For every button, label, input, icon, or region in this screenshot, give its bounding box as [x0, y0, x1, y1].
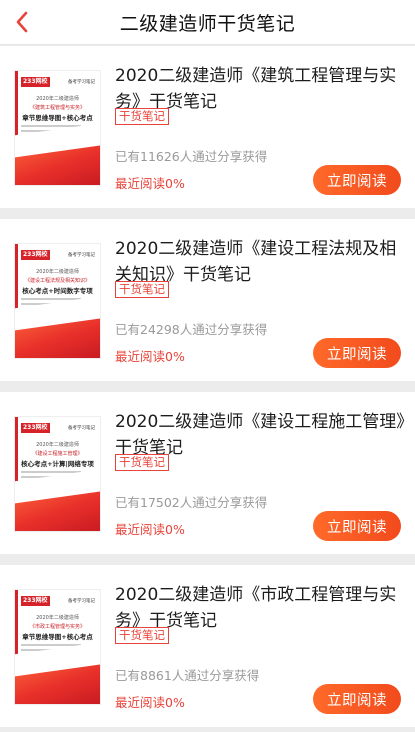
read-now-button[interactable]: 立即阅读 — [313, 338, 401, 368]
category-badge: 干货笔记 — [115, 281, 169, 298]
cover-red-band — [15, 658, 100, 704]
book-card[interactable]: 233网校 备考学习笔记 2020年二级建造师 《建筑工程管理与实务》 章节思维… — [0, 46, 415, 208]
cover-year: 2020年二级建造师 — [36, 96, 79, 102]
category-badge: 干货笔记 — [115, 627, 169, 644]
share-count-text: 已有17502人通过分享获得 — [115, 495, 268, 510]
cover-subtitle: 章节思维导图+核心考点 — [22, 633, 93, 641]
cover-year: 2020年二级建造师 — [36, 269, 79, 275]
app-header: 二级建造师干货笔记 — [0, 0, 415, 45]
share-count-text: 已有8861人通过分享获得 — [115, 668, 260, 683]
read-now-button[interactable]: 立即阅读 — [313, 165, 401, 195]
reading-progress: 最近阅读0% — [115, 522, 185, 537]
reading-progress: 最近阅读0% — [115, 695, 185, 710]
reading-progress: 最近阅读0% — [115, 176, 185, 191]
cover-logo: 233网校 — [21, 77, 50, 87]
book-card[interactable]: 233网校 备考学习笔记 2020年二级建造师 《建设工程法规及相关知识》 核心… — [0, 219, 415, 381]
category-badge: 干货笔记 — [115, 454, 169, 471]
share-count-text: 已有24298人通过分享获得 — [115, 322, 268, 337]
cover-year: 2020年二级建造师 — [36, 615, 79, 621]
cover-year: 2020年二级建造师 — [36, 442, 79, 448]
book-cover-image[interactable]: 233网校 备考学习笔记 2020年二级建造师 《市政工程管理与实务》 章节思维… — [14, 589, 101, 705]
cover-book-name: 《建设工程法规及相关知识》 — [24, 278, 90, 284]
book-card[interactable]: 233网校 备考学习笔记 2020年二级建造师 《建设工程施工管理》 核心考点+… — [0, 392, 415, 554]
share-count-text: 已有11626人通过分享获得 — [115, 149, 268, 164]
cover-logo: 233网校 — [21, 250, 50, 260]
cover-book-name: 《建筑工程管理与实务》 — [29, 105, 85, 111]
cover-subtitle: 章节思维导图+核心考点 — [22, 114, 93, 122]
page-title: 二级建造师干货笔记 — [119, 12, 296, 35]
cover-tag: 备考学习笔记 — [68, 426, 95, 431]
cover-subtitle: 核心考点+计算|网络专项 — [21, 460, 94, 468]
book-card[interactable]: 233网校 备考学习笔记 2020年二级建造师 《市政工程管理与实务》 章节思维… — [0, 565, 415, 727]
cover-red-band — [15, 312, 100, 358]
read-now-button[interactable]: 立即阅读 — [313, 684, 401, 714]
reading-progress: 最近阅读0% — [115, 349, 185, 364]
cover-subtitle: 核心考点+时间数字专项 — [22, 287, 93, 295]
cover-tag: 备考学习笔记 — [68, 80, 95, 85]
cover-logo: 233网校 — [21, 423, 50, 433]
cover-book-name: 《建设工程施工管理》 — [32, 451, 83, 457]
cover-book-name: 《市政工程管理与实务》 — [29, 624, 85, 630]
book-cover-image[interactable]: 233网校 备考学习笔记 2020年二级建造师 《建设工程法规及相关知识》 核心… — [14, 243, 101, 359]
book-cover-image[interactable]: 233网校 备考学习笔记 2020年二级建造师 《建设工程施工管理》 核心考点+… — [14, 416, 101, 532]
back-button[interactable] — [8, 8, 36, 36]
cover-tag: 备考学习笔记 — [68, 253, 95, 258]
book-cover-image[interactable]: 233网校 备考学习笔记 2020年二级建造师 《建筑工程管理与实务》 章节思维… — [14, 70, 101, 186]
category-badge: 干货笔记 — [115, 108, 169, 125]
read-now-button[interactable]: 立即阅读 — [313, 511, 401, 541]
cover-red-band — [15, 485, 100, 531]
chevron-left-icon — [16, 11, 28, 33]
cover-logo: 233网校 — [21, 596, 50, 606]
cover-tag: 备考学习笔记 — [68, 599, 95, 604]
cover-red-band — [15, 139, 100, 185]
